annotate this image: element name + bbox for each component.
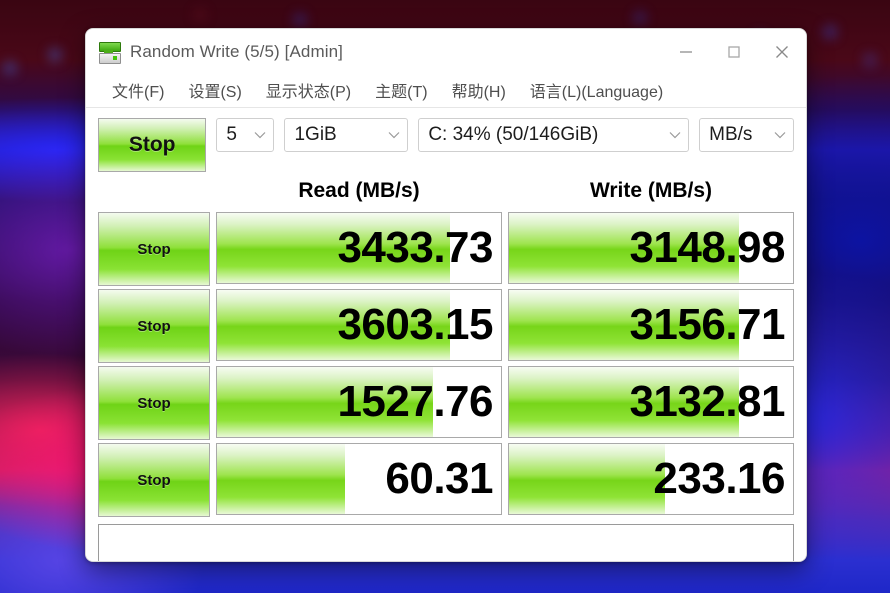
read-result-bar: 3433.73 bbox=[216, 212, 502, 284]
test-size-select[interactable]: 1GiB bbox=[284, 118, 409, 152]
read-value: 60.31 bbox=[385, 454, 493, 503]
menu-file[interactable]: 文件(F) bbox=[100, 76, 176, 106]
write-value: 3132.81 bbox=[629, 377, 785, 426]
menu-help[interactable]: 帮助(H) bbox=[440, 76, 518, 106]
write-result-bar: 3148.98 bbox=[508, 212, 794, 284]
chevron-down-icon bbox=[247, 131, 273, 139]
write-result-bar: 3132.81 bbox=[508, 366, 794, 438]
read-result-bar: 60.31 bbox=[216, 443, 502, 515]
main-content: Stop 5 1GiB C: 34% (50/146GiB) MB/s Read… bbox=[86, 108, 806, 561]
read-result-bar: 3603.15 bbox=[216, 289, 502, 361]
test-count-value: 5 bbox=[226, 124, 237, 145]
title-bar[interactable]: Random Write (5/5) [Admin] bbox=[86, 29, 806, 75]
chevron-down-icon bbox=[381, 131, 407, 139]
test-size-value: 1GiB bbox=[294, 124, 337, 145]
crystaldiskmark-window: Random Write (5/5) [Admin] 文件(F) 设置(S) 显… bbox=[85, 28, 807, 562]
drive-select[interactable]: C: 34% (50/146GiB) bbox=[418, 118, 690, 152]
result-row: Stop 60.31 233.16 bbox=[98, 443, 794, 517]
write-result-bar: 233.16 bbox=[508, 443, 794, 515]
write-value: 3148.98 bbox=[629, 223, 785, 272]
menu-theme[interactable]: 主题(T) bbox=[363, 76, 439, 106]
row-run-button[interactable]: Stop bbox=[98, 443, 210, 517]
test-count-select[interactable]: 5 bbox=[216, 118, 275, 152]
write-result-bar: 3156.71 bbox=[508, 289, 794, 361]
close-button[interactable] bbox=[758, 29, 806, 75]
read-bar-fill bbox=[217, 444, 345, 514]
window-title: Random Write (5/5) [Admin] bbox=[130, 42, 343, 61]
row-run-button[interactable]: Stop bbox=[98, 366, 210, 440]
read-value: 3603.15 bbox=[337, 300, 493, 349]
row-run-button[interactable]: Stop bbox=[98, 289, 210, 363]
write-value: 3156.71 bbox=[629, 300, 785, 349]
result-row: Stop 1527.76 3132.81 bbox=[98, 366, 794, 440]
menu-bar: 文件(F) 设置(S) 显示状态(P) 主题(T) 帮助(H) 语言(L)(La… bbox=[86, 75, 806, 108]
result-row: Stop 3603.15 3156.71 bbox=[98, 289, 794, 363]
maximize-button[interactable] bbox=[710, 29, 758, 75]
write-value: 233.16 bbox=[653, 454, 785, 503]
header-write: Write (MB/s) bbox=[589, 179, 713, 202]
menu-settings[interactable]: 设置(S) bbox=[176, 76, 253, 106]
write-bar-fill bbox=[509, 444, 666, 514]
row-run-button[interactable]: Stop bbox=[98, 212, 210, 286]
unit-value: MB/s bbox=[709, 124, 753, 145]
chevron-down-icon bbox=[767, 131, 793, 139]
unit-select[interactable]: MB/s bbox=[699, 118, 794, 152]
chevron-down-icon bbox=[662, 131, 688, 139]
read-result-bar: 1527.76 bbox=[216, 366, 502, 438]
menu-display-state[interactable]: 显示状态(P) bbox=[254, 76, 363, 106]
read-value: 3433.73 bbox=[337, 223, 493, 272]
window-controls bbox=[662, 29, 806, 75]
minimize-button[interactable] bbox=[662, 29, 710, 75]
run-all-button[interactable]: Stop bbox=[98, 118, 207, 172]
toolbar: Stop 5 1GiB C: 34% (50/146GiB) MB/s bbox=[98, 118, 794, 172]
menu-language[interactable]: 语言(L)(Language) bbox=[518, 76, 675, 106]
drive-value: C: 34% (50/146GiB) bbox=[428, 124, 599, 145]
result-row: Stop 3433.73 3148.98 bbox=[98, 212, 794, 286]
read-value: 1527.76 bbox=[337, 377, 493, 426]
comment-box[interactable] bbox=[98, 524, 794, 561]
header-read: Read (MB/s) bbox=[298, 179, 420, 202]
column-headers: Read (MB/s) Write (MB/s) bbox=[98, 175, 794, 207]
disk-drive-icon bbox=[98, 41, 121, 64]
